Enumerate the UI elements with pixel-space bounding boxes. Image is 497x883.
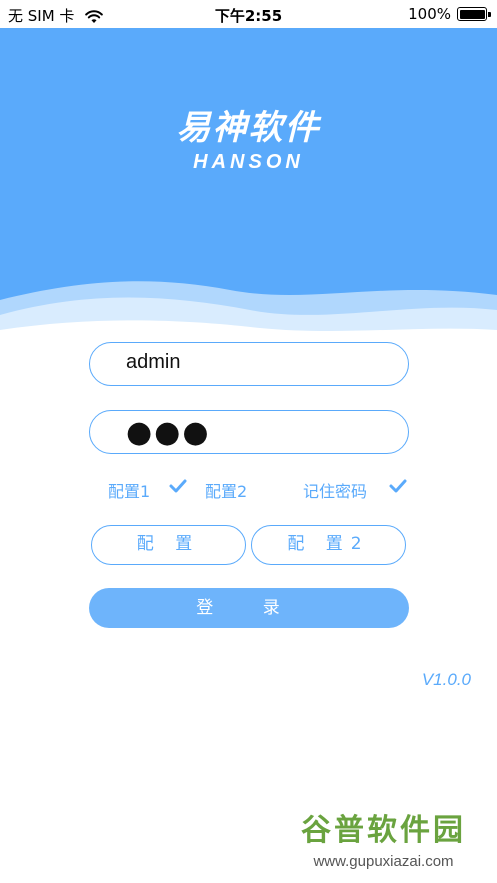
password-input[interactable]: ●●● (89, 410, 409, 454)
config1-check-icon[interactable] (168, 476, 188, 496)
watermark-url: www.gupuxiazai.com (313, 853, 454, 870)
status-bar: 无 SIM 卡 下午2:55 100% (0, 0, 497, 28)
config2-button[interactable]: 配 置2 (251, 525, 406, 565)
remember-check-icon[interactable] (388, 476, 408, 496)
version-label: V1.0.0 (421, 670, 471, 689)
username-input[interactable]: admin (89, 342, 409, 386)
username-value: admin (126, 351, 181, 373)
watermark-name: 谷普软件园 (301, 813, 466, 848)
config-button[interactable]: 配 置 (91, 525, 246, 565)
battery-percent: 100% (408, 5, 451, 23)
app-logo: 易神软件 HANSON (0, 100, 497, 174)
remember-password-option[interactable]: 记住密码 (303, 478, 367, 502)
config2-option[interactable]: 配置2 (205, 478, 247, 502)
password-mask: ●●● (126, 415, 211, 450)
logo-english: HANSON (193, 151, 304, 173)
battery-icon (457, 7, 491, 21)
battery-status: 100% (408, 5, 491, 23)
login-button[interactable]: 登 录 (89, 588, 409, 628)
site-watermark: 谷普软件园 www.gupuxiazai.com (270, 805, 497, 883)
logo-chinese: 易神软件 (176, 108, 321, 148)
config1-option[interactable]: 配置1 (108, 478, 150, 502)
